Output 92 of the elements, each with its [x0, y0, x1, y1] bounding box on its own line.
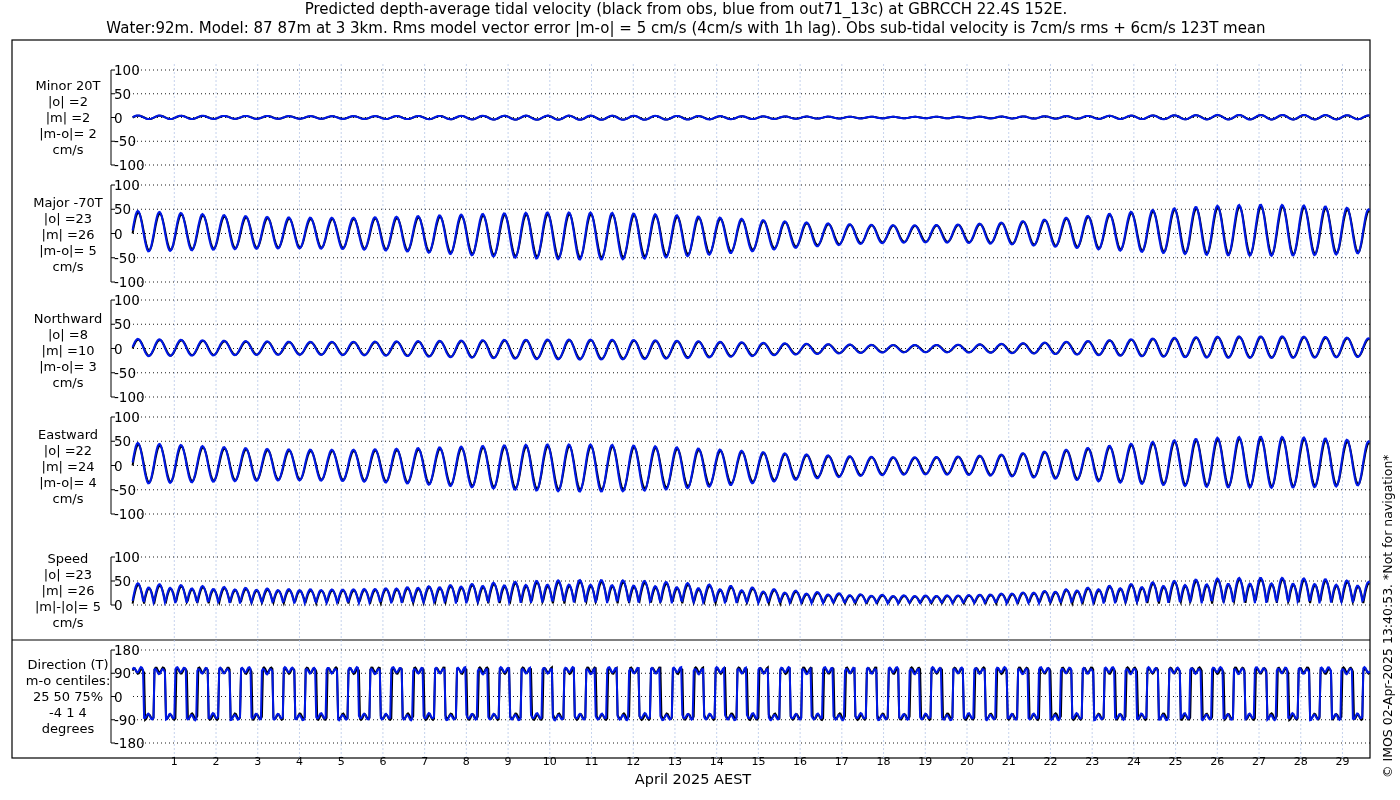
y-tick-label: 100 — [114, 177, 140, 193]
x-tick-label: 18 — [876, 755, 891, 768]
panel-label: |m-o|= 4 — [39, 475, 97, 490]
x-tick-label: 28 — [1293, 755, 1308, 768]
panel-label: Minor 20T — [35, 78, 101, 93]
y-tick-label: -50 — [114, 481, 137, 498]
y-tick-label: -100 — [114, 274, 145, 290]
panel-label: cm/s — [52, 259, 84, 274]
panel-label: |o| =8 — [48, 327, 88, 342]
panel-label: cm/s — [52, 142, 84, 157]
y-tick-label: -180 — [114, 735, 145, 751]
x-tick-label: 10 — [542, 755, 557, 768]
x-tick-label: 27 — [1252, 755, 1267, 768]
x-tick-label: 12 — [626, 755, 641, 768]
panel-label: Direction (T) — [27, 657, 109, 672]
x-tick-label: 3 — [254, 755, 262, 768]
y-tick-label: 100 — [114, 409, 140, 425]
y-tick-label: 50 — [114, 85, 132, 102]
panel-label: |o| =23 — [43, 567, 93, 582]
y-tick-label: 90 — [114, 665, 132, 682]
y-tick-label: -100 — [114, 389, 145, 405]
y-tick-label: 0 — [114, 597, 123, 613]
panel-label: Eastward — [38, 427, 98, 442]
y-tick-label: 50 — [114, 316, 132, 333]
panel-label: cm/s — [52, 375, 84, 390]
y-tick-label: -100 — [114, 157, 145, 173]
x-tick-label: 13 — [667, 755, 682, 768]
chart-title: Water:92m. Model: 87 87m at 3 3km. Rms model vector error |m-o| = 5 cm/s (4cm/s with 1h lag). Obs sub-tidal velocity is 7cm/s rms + 6cm/s 123T mean — [106, 19, 1266, 37]
x-tick-label: 11 — [584, 755, 599, 768]
panel-label: |o| =2 — [48, 94, 88, 109]
y-axis — [110, 556, 116, 606]
panel-label: Major -70T — [33, 195, 103, 210]
panel-label: |m-o|= 5 — [39, 243, 97, 258]
panel-label: |m| =26 — [41, 583, 95, 598]
panel-label: -4 1 4 — [49, 705, 87, 720]
y-tick-label: 0 — [114, 688, 123, 705]
panel-label: |m| =2 — [45, 110, 91, 125]
panel-label: |m| =24 — [41, 459, 95, 474]
y-tick-label: -90 — [114, 711, 137, 728]
panel-label: m-o centiles: — [25, 673, 111, 688]
x-tick-label: 14 — [709, 755, 724, 768]
x-tick-label: 22 — [1043, 755, 1058, 768]
panel-label: 25 50 75% — [32, 689, 104, 704]
panel-label: |m| =10 — [41, 343, 95, 358]
x-tick-label: 2 — [212, 755, 220, 768]
y-tick-label: 50 — [114, 433, 132, 450]
panel-label: |m-o|= 3 — [39, 359, 97, 374]
chart-title: Predicted depth-average tidal velocity (black from obs, blue from out71_13c) at GBRCCH 22.4S 152E. — [304, 0, 1068, 18]
x-tick-label: 23 — [1085, 755, 1100, 768]
y-tick-label: 100 — [114, 62, 140, 78]
y-tick-label: 0 — [114, 225, 123, 242]
panel-label: cm/s — [52, 615, 84, 630]
credit-text: © IMOS 02-Apr-2025 13:40:53. *Not for navigation* — [1380, 454, 1395, 778]
panel-label: |o| =22 — [43, 443, 93, 458]
x-tick-label: 1 — [170, 755, 178, 768]
x-tick-label: 26 — [1210, 755, 1225, 768]
y-tick-label: -50 — [114, 249, 137, 266]
y-tick-label: 100 — [114, 549, 140, 565]
y-tick-label: -50 — [114, 364, 137, 381]
x-tick-label: 5 — [337, 755, 345, 768]
x-tick-label: 9 — [504, 755, 512, 768]
panel-label: degrees — [41, 721, 95, 736]
x-tick-label: 16 — [793, 755, 808, 768]
y-tick-label: 50 — [114, 201, 132, 218]
x-tick-label: 7 — [421, 755, 429, 768]
x-tick-label: 20 — [960, 755, 974, 768]
x-tick-label: 6 — [379, 755, 387, 768]
y-tick-label: 180 — [114, 642, 140, 658]
panel-label: |m|-|o|= 5 — [34, 599, 102, 614]
panel-label: |o| =23 — [43, 211, 93, 226]
y-tick-label: 100 — [114, 292, 140, 308]
x-tick-label: 19 — [918, 755, 933, 768]
panel-label: Speed — [47, 551, 89, 566]
y-tick-label: 0 — [114, 340, 123, 357]
y-tick-label: 0 — [114, 457, 123, 474]
x-tick-label: 4 — [296, 755, 303, 768]
y-tick-label: -50 — [114, 133, 137, 150]
y-tick-label: 50 — [114, 573, 132, 589]
y-tick-label: 0 — [114, 109, 123, 126]
x-tick-label: 29 — [1335, 755, 1350, 768]
x-tick-label: 8 — [462, 755, 470, 768]
panel-label: Northward — [33, 311, 103, 326]
x-axis-label: April 2025 AEST — [634, 771, 752, 787]
panel-label: cm/s — [52, 491, 84, 506]
x-tick-label: 17 — [834, 755, 849, 768]
x-tick-label: 24 — [1126, 755, 1141, 768]
x-tick-label: 25 — [1168, 755, 1183, 768]
y-tick-label: -100 — [114, 506, 145, 522]
panel-label: |m| =26 — [41, 227, 95, 242]
panel-label: |m-o|= 2 — [39, 126, 97, 141]
x-tick-label: 21 — [1001, 755, 1016, 768]
x-tick-label: 15 — [751, 755, 766, 768]
